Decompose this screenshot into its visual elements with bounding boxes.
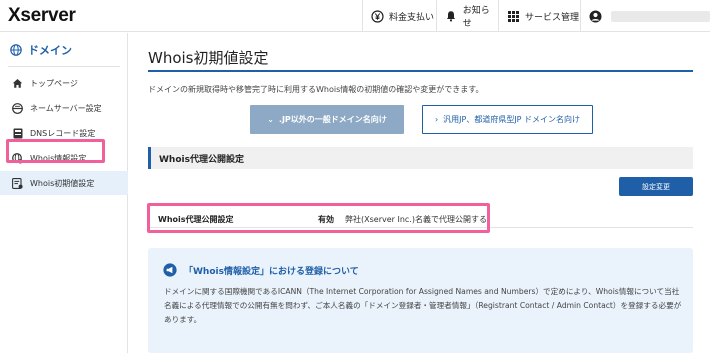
chevron-down-icon: ⌄ xyxy=(267,115,274,124)
tab-jp-domain[interactable]: › 汎用JP、都道府県型JP ドメイン名向け xyxy=(422,105,593,134)
yen-icon xyxy=(371,9,384,23)
top-header: Xserver 料金支払い お知らせ サービス管理 xyxy=(0,0,710,32)
info-title: 「Whois情報設定」における登録について xyxy=(184,267,359,277)
grid-icon xyxy=(507,10,520,23)
tab-general-domain-label: .JP以外の一般ドメイン名向け xyxy=(278,115,387,124)
sidebar-item-whois-default[interactable]: Whois初期値設定 xyxy=(0,171,128,195)
info-box: 「Whois情報設定」における登録について ドメインに関する国際機関であるICA… xyxy=(148,248,693,353)
setting-status: 有効 xyxy=(318,215,334,224)
main-content: Whois初期値設定 ドメインの新規取得時や移管完了時に利用するWhois情報の… xyxy=(129,33,710,353)
sidebar: ドメイン トップページ ネームサーバー設定 DNSレコード設定 Whois情報設… xyxy=(0,33,128,353)
sidebar-item-label: トップページ xyxy=(30,78,78,88)
title-underline xyxy=(148,70,693,72)
nav-service-label: サービス管理 xyxy=(525,12,580,23)
sidebar-item-dns[interactable]: DNSレコード設定 xyxy=(0,121,128,145)
dns-icon xyxy=(12,128,23,139)
nav-notice-label: お知らせ xyxy=(462,6,490,29)
nav-notice[interactable]: お知らせ xyxy=(436,0,498,32)
globe-icon xyxy=(10,43,22,56)
sidebar-item-label: ネームサーバー設定 xyxy=(30,103,102,113)
setting-row: Whois代理公開設定 有効 弊社(Xserver Inc.)名義で代理公開する xyxy=(148,208,693,228)
user-icon xyxy=(589,10,602,23)
user-name-redacted xyxy=(611,10,710,22)
info-body: ドメインに関する国際機関であるICANN（The Internet Corpor… xyxy=(164,287,682,324)
sidebar-item-label: Whois情報設定 xyxy=(30,153,87,163)
user-menu[interactable] xyxy=(580,0,710,32)
sidebar-item-top[interactable]: トップページ xyxy=(0,71,128,95)
nav-payment-label: 料金支払い xyxy=(389,12,435,23)
setting-detail: 弊社(Xserver Inc.)名義で代理公開する xyxy=(345,215,487,224)
bell-icon xyxy=(445,10,458,23)
setting-row-label: Whois代理公開設定 xyxy=(158,215,234,224)
sidebar-heading[interactable]: ドメイン xyxy=(0,33,128,66)
sidebar-divider xyxy=(8,66,120,67)
tab-jp-domain-label: 汎用JP、都道府県型JP ドメイン名向け xyxy=(443,115,581,124)
tab-general-domain[interactable]: ⌄ .JP以外の一般ドメイン名向け xyxy=(250,105,404,134)
sidebar-heading-label: ドメイン xyxy=(28,43,72,57)
sidebar-item-nameserver[interactable]: ネームサーバー設定 xyxy=(0,96,128,120)
whois-icon xyxy=(12,152,23,164)
sidebar-item-label: Whois初期値設定 xyxy=(30,178,95,188)
home-icon xyxy=(12,78,23,89)
chevron-right-icon: › xyxy=(434,115,439,124)
whois-default-icon xyxy=(12,177,23,189)
megaphone-icon xyxy=(163,263,177,277)
page-description: ドメインの新規取得時や移管完了時に利用するWhois情報の初期値の確認や変更がで… xyxy=(148,85,484,94)
nav-service[interactable]: サービス管理 xyxy=(498,0,580,32)
sidebar-item-whois[interactable]: Whois情報設定 xyxy=(0,146,128,170)
page-title: Whois初期値設定 xyxy=(148,49,269,67)
change-settings-button[interactable]: 設定変更 xyxy=(619,177,693,196)
section-heading: Whois代理公開設定 xyxy=(148,147,693,169)
nav-payment[interactable]: 料金支払い xyxy=(362,0,436,32)
server-icon xyxy=(12,102,23,114)
sidebar-item-label: DNSレコード設定 xyxy=(30,128,96,138)
xserver-logo[interactable]: Xserver xyxy=(8,5,76,27)
